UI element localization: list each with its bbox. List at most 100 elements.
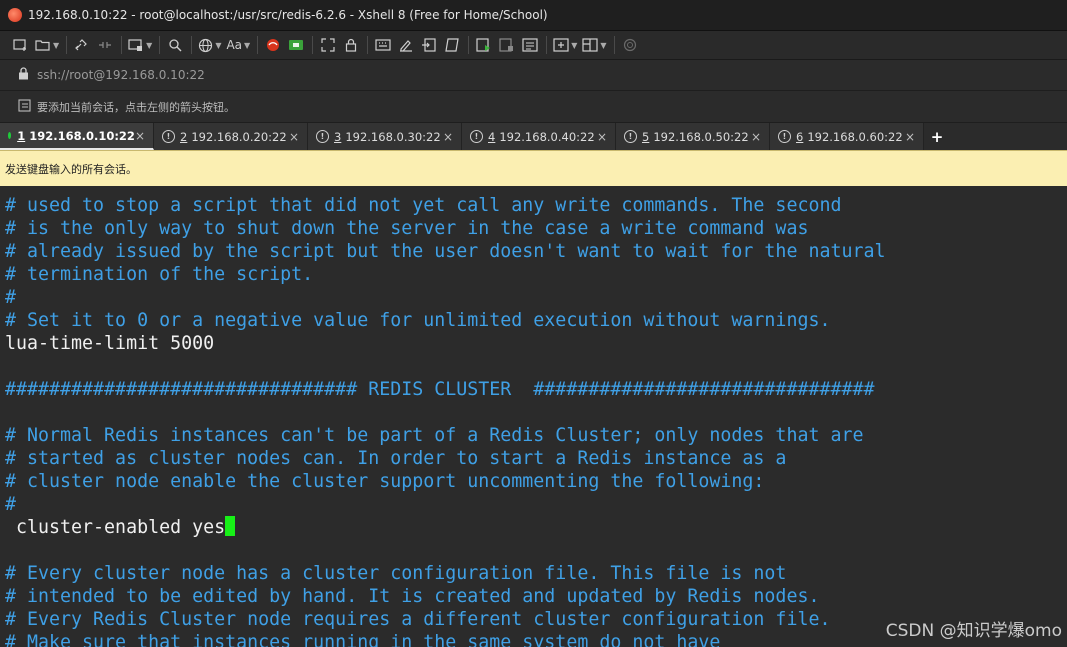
tab-number: 6 bbox=[796, 129, 804, 144]
help-icon[interactable] bbox=[621, 35, 639, 55]
close-icon[interactable]: × bbox=[443, 130, 453, 144]
toolbar-separator bbox=[159, 36, 161, 54]
address-url: ssh://root@192.168.0.10:22 bbox=[37, 68, 205, 82]
start-log-icon[interactable] bbox=[475, 35, 493, 55]
keyboard-icon[interactable] bbox=[374, 35, 392, 55]
send-icon[interactable] bbox=[420, 35, 438, 55]
tab-session-1[interactable]: 1 192.168.0.10:22 × bbox=[0, 123, 154, 150]
terminal-line-text: # bbox=[5, 287, 17, 308]
highlight-icon[interactable] bbox=[397, 35, 415, 55]
toolbar-separator bbox=[191, 36, 193, 54]
tab-label: 192.168.0.20:22 bbox=[191, 129, 287, 144]
terminal-line: # used to stop a script that did not yet… bbox=[5, 194, 1067, 217]
terminal-line: # bbox=[5, 286, 1067, 309]
send-to-all-sessions-notice: 发送键盘输入的所有会话。 bbox=[0, 150, 1067, 186]
tab-label: 192.168.0.50:22 bbox=[653, 129, 749, 144]
stop-log-icon[interactable] bbox=[498, 35, 516, 55]
toolbar-separator bbox=[312, 36, 314, 54]
terminal-line: # cluster node enable the cluster suppor… bbox=[5, 470, 1067, 493]
title-bar: 192.168.0.10:22 - root@localhost:/usr/sr… bbox=[0, 0, 1067, 31]
fullscreen-icon[interactable] bbox=[319, 35, 337, 55]
terminal-line-text: # termination of the script. bbox=[5, 264, 314, 285]
terminal-line: # Set it to 0 or a negative value for un… bbox=[5, 309, 1067, 332]
terminal-line: # is the only way to shut down the serve… bbox=[5, 217, 1067, 240]
window-title: 192.168.0.10:22 - root@localhost:/usr/sr… bbox=[28, 8, 548, 22]
notice-text: 发送键盘输入的所有会话。 bbox=[5, 162, 137, 176]
terminal-line: # bbox=[5, 493, 1067, 516]
lock-icon[interactable] bbox=[342, 35, 360, 55]
close-icon[interactable]: × bbox=[597, 130, 607, 144]
xshell-window: 192.168.0.10:22 - root@localhost:/usr/sr… bbox=[0, 0, 1067, 647]
tab-session-4[interactable]: ! 4 192.168.0.40:22 × bbox=[462, 123, 616, 150]
terminal-line-text: # already issued by the script but the u… bbox=[5, 241, 886, 262]
tab-number: 4 bbox=[488, 129, 496, 144]
toolbar-separator bbox=[546, 36, 548, 54]
script-icon[interactable] bbox=[443, 35, 461, 55]
font-label: Aa bbox=[226, 38, 243, 52]
connected-status-icon bbox=[8, 132, 12, 139]
xshell-logo-icon bbox=[8, 8, 22, 22]
toolbar: ▼ ▼ ▼ Aa ▼ ▼ ▼ bbox=[0, 31, 1067, 60]
tab-number: 2 bbox=[180, 129, 188, 144]
add-pane-icon[interactable]: ▼ bbox=[553, 35, 577, 55]
terminal-line-text: # Make sure that instances running in th… bbox=[5, 632, 721, 647]
terminal-line-text: # intended to be edited by hand. It is c… bbox=[5, 586, 820, 607]
tab-session-3[interactable]: ! 3 192.168.0.30:22 × bbox=[308, 123, 462, 150]
tab-label: 192.168.0.30:22 bbox=[345, 129, 441, 144]
font-icon[interactable]: Aa ▼ bbox=[226, 35, 250, 55]
terminal-output[interactable]: # used to stop a script that did not yet… bbox=[0, 194, 1067, 647]
terminal-line: # termination of the script. bbox=[5, 263, 1067, 286]
terminal-line-text: # Normal Redis instances can't be part o… bbox=[5, 425, 864, 446]
xshell-logo-icon[interactable] bbox=[264, 35, 282, 55]
terminal-line: # Normal Redis instances can't be part o… bbox=[5, 424, 1067, 447]
info-icon: ! bbox=[470, 130, 483, 143]
close-icon[interactable]: × bbox=[289, 130, 299, 144]
new-session-icon[interactable] bbox=[12, 35, 30, 55]
new-tab-button[interactable]: + bbox=[924, 123, 950, 150]
terminal-line: # already issued by the script but the u… bbox=[5, 240, 1067, 263]
globe-icon[interactable]: ▼ bbox=[198, 35, 221, 55]
terminal-line-text: # Every Redis Cluster node requires a di… bbox=[5, 609, 831, 630]
terminal-line-text: # Every cluster node has a cluster confi… bbox=[5, 563, 787, 584]
toolbar-separator bbox=[66, 36, 68, 54]
toolbar-separator bbox=[468, 36, 470, 54]
close-icon[interactable]: × bbox=[905, 130, 915, 144]
connect-icon[interactable] bbox=[73, 35, 91, 55]
terminal-line-text: ################################ REDIS C… bbox=[5, 379, 875, 400]
tab-label: 192.168.0.10:22 bbox=[29, 128, 135, 143]
terminal-line: # started as cluster nodes can. In order… bbox=[5, 447, 1067, 470]
terminal-line: cluster-enabled yes bbox=[5, 516, 1067, 539]
close-icon[interactable]: × bbox=[751, 130, 761, 144]
tab-label: 192.168.0.40:22 bbox=[499, 129, 595, 144]
new-window-icon[interactable]: ▼ bbox=[128, 35, 152, 55]
session-tabs: 1 192.168.0.10:22 × ! 2 192.168.0.20:22 … bbox=[0, 123, 1067, 150]
disconnect-icon[interactable] bbox=[96, 35, 114, 55]
open-folder-icon[interactable]: ▼ bbox=[35, 35, 59, 55]
tab-session-2[interactable]: ! 2 192.168.0.20:22 × bbox=[154, 123, 308, 150]
info-icon: ! bbox=[316, 130, 329, 143]
layout-icon[interactable]: ▼ bbox=[582, 35, 607, 55]
tab-session-6[interactable]: ! 6 192.168.0.60:22 × bbox=[770, 123, 924, 150]
terminal-line: lua-time-limit 5000 bbox=[5, 332, 1067, 355]
toolbar-separator bbox=[613, 36, 615, 54]
xftp-icon[interactable] bbox=[287, 35, 305, 55]
terminal-line: # intended to be edited by hand. It is c… bbox=[5, 585, 1067, 608]
session-bar-icon[interactable] bbox=[18, 98, 31, 115]
info-icon: ! bbox=[624, 130, 637, 143]
terminal-line-text: # bbox=[5, 494, 17, 515]
properties-icon[interactable] bbox=[521, 35, 539, 55]
terminal-line: # Every cluster node has a cluster confi… bbox=[5, 562, 1067, 585]
tab-label: 192.168.0.60:22 bbox=[807, 129, 903, 144]
terminal-line-text: # is the only way to shut down the serve… bbox=[5, 218, 809, 239]
address-bar[interactable]: ssh://root@192.168.0.10:22 bbox=[0, 60, 1067, 91]
close-icon[interactable]: × bbox=[135, 129, 145, 143]
toolbar-separator bbox=[257, 36, 259, 54]
tab-session-5[interactable]: ! 5 192.168.0.50:22 × bbox=[616, 123, 770, 150]
tab-number: 1 bbox=[17, 128, 26, 143]
csdn-watermark: CSDN @知识学爆omo bbox=[885, 621, 1062, 641]
find-icon[interactable] bbox=[166, 35, 184, 55]
session-hint-bar: 要添加当前会话，点击左侧的箭头按钮。 bbox=[0, 91, 1067, 123]
toolbar-separator bbox=[367, 36, 369, 54]
